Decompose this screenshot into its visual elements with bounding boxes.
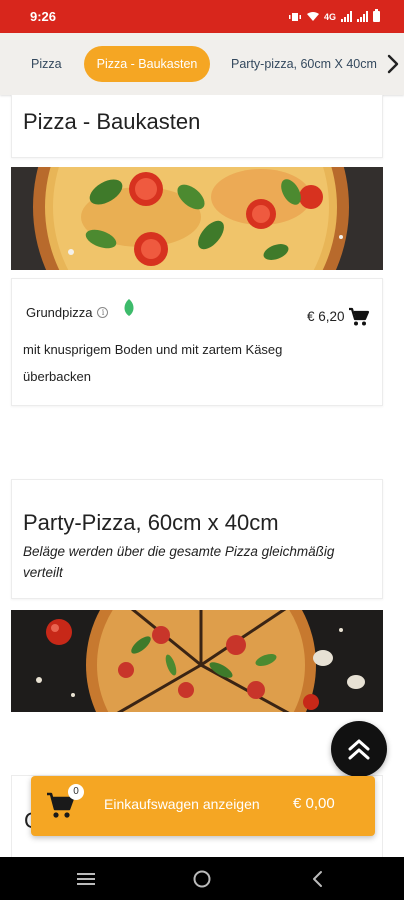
product-name-text: Grundpizza (26, 305, 93, 320)
vibrate-icon (288, 12, 301, 21)
battery-icon (373, 9, 380, 22)
category-tab-bar: Pizza Pizza - Baukasten Party-pizza, 60c… (0, 33, 404, 95)
add-to-cart-icon[interactable] (348, 307, 370, 327)
section-image-party (11, 610, 383, 712)
product-card-grundpizza[interactable]: Grundpizza i € 6,20 mit knusprigem Boden… (11, 278, 383, 406)
cart-label: Einkaufswagen anzeigen (104, 796, 260, 812)
section-title: Party-Pizza, 60cm x 40cm (23, 510, 279, 535)
view-cart-button[interactable]: 0 Einkaufswagen anzeigen € 0,00 (31, 776, 375, 836)
network-type: 4G (323, 11, 336, 22)
tab-pizza-baukasten[interactable]: Pizza - Baukasten (84, 46, 210, 82)
section-image-baukasten (11, 167, 383, 270)
scroll-to-top-button[interactable] (331, 721, 387, 777)
system-navigation-bar (0, 857, 404, 900)
recent-apps-icon[interactable] (74, 867, 98, 891)
double-chevron-up-icon (348, 739, 370, 760)
wifi-icon (306, 11, 319, 21)
info-icon[interactable]: i (97, 307, 109, 318)
product-price: € 6,20 (307, 309, 345, 324)
chevron-right-icon[interactable] (382, 49, 404, 79)
home-icon[interactable] (190, 867, 214, 891)
back-icon[interactable] (306, 867, 330, 891)
product-description: mit knusprigem Boden und mit zartem Käse… (23, 342, 283, 384)
section-header-party: Party-Pizza, 60cm x 40cm Beläge werden ü… (11, 479, 383, 599)
section-header-baukasten: Pizza - Baukasten (11, 95, 383, 158)
status-bar: 9:26 4G (0, 0, 404, 33)
tab-pizza[interactable]: Pizza (31, 46, 62, 82)
product-name: Grundpizza i (26, 305, 109, 320)
cart-total: € 0,00 (293, 795, 335, 812)
signal-icon (341, 11, 352, 22)
section-title: Pizza - Baukasten (23, 109, 201, 134)
status-time: 9:26 (30, 9, 57, 24)
leaf-icon (124, 299, 134, 316)
signal-icon-2 (357, 11, 368, 22)
status-icons: 4G (288, 9, 380, 22)
tab-party-pizza[interactable]: Party-pizza, 60cm X 40cm (231, 46, 381, 82)
section-subtitle: Beläge werden über die gesamte Pizza gle… (23, 544, 335, 580)
cart-count-badge: 0 (68, 784, 84, 800)
